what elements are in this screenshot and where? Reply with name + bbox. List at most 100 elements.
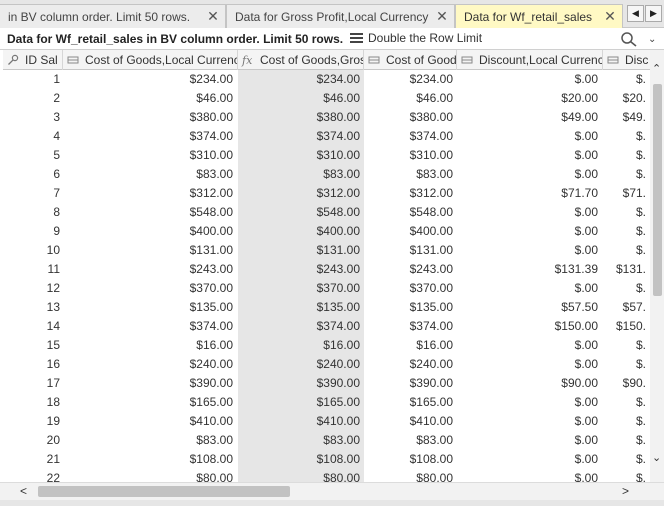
table-cell[interactable]: $.00 — [457, 127, 598, 146]
table-cell[interactable]: $16.00 — [364, 336, 453, 355]
table-cell[interactable]: 8 — [3, 203, 60, 222]
table-cell[interactable]: $150. — [603, 317, 646, 336]
table-row[interactable]: 1 $234.00 $234.00 $234.00 $.00 $. — [3, 70, 650, 89]
tab-bv-column-order[interactable]: in BV column order. Limit 50 rows. ✕ — [0, 4, 226, 28]
table-row[interactable]: 7 $312.00 $312.00 $312.00 $71.70 $71. — [3, 184, 650, 203]
table-cell[interactable]: $135.00 — [63, 298, 233, 317]
table-cell[interactable]: $131.39 — [457, 260, 598, 279]
table-cell[interactable]: $374.00 — [364, 127, 453, 146]
table-cell[interactable]: $400.00 — [364, 222, 453, 241]
table-cell[interactable]: $.00 — [457, 146, 598, 165]
table-cell[interactable]: 6 — [3, 165, 60, 184]
table-cell[interactable]: 4 — [3, 127, 60, 146]
table-cell[interactable]: $83.00 — [238, 165, 360, 184]
table-cell[interactable]: $20. — [603, 89, 646, 108]
scroll-up-icon[interactable]: ⌃ — [652, 62, 661, 75]
table-cell[interactable]: $. — [603, 241, 646, 260]
table-cell[interactable]: 20 — [3, 431, 60, 450]
table-cell[interactable]: $. — [603, 431, 646, 450]
column-header-disc[interactable]: Disc — [603, 50, 650, 70]
chevron-down-icon[interactable]: ⌄ — [648, 34, 656, 45]
table-cell[interactable]: $.00 — [457, 336, 598, 355]
table-cell[interactable]: $. — [603, 469, 646, 482]
table-cell[interactable]: $390.00 — [63, 374, 233, 393]
table-cell[interactable]: $.00 — [457, 222, 598, 241]
table-cell[interactable]: $165.00 — [238, 393, 360, 412]
table-cell[interactable]: $400.00 — [238, 222, 360, 241]
table-cell[interactable]: $.00 — [457, 203, 598, 222]
table-cell[interactable]: $.00 — [457, 450, 598, 469]
column-header-discount-local[interactable]: Discount,Local Currency — [457, 50, 603, 70]
table-cell[interactable]: $.00 — [457, 241, 598, 260]
table-cell[interactable]: $16.00 — [238, 336, 360, 355]
table-row[interactable]: 18 $165.00 $165.00 $165.00 $.00 $. — [3, 393, 650, 412]
table-cell[interactable]: $83.00 — [364, 165, 453, 184]
table-cell[interactable]: $71.70 — [457, 184, 598, 203]
vertical-scrollbar[interactable]: ⌃ ⌄ — [650, 50, 664, 482]
table-cell[interactable]: $46.00 — [364, 89, 453, 108]
table-cell[interactable]: $80.00 — [364, 469, 453, 482]
table-cell[interactable]: 3 — [3, 108, 60, 127]
table-cell[interactable]: $312.00 — [364, 184, 453, 203]
search-icon[interactable] — [620, 31, 638, 47]
table-cell[interactable]: 2 — [3, 89, 60, 108]
table-cell[interactable]: 12 — [3, 279, 60, 298]
table-cell[interactable]: 22 — [3, 469, 60, 482]
table-cell[interactable]: $. — [603, 222, 646, 241]
table-cell[interactable]: $57. — [603, 298, 646, 317]
table-cell[interactable]: $370.00 — [364, 279, 453, 298]
table-cell[interactable]: $234.00 — [63, 70, 233, 89]
table-cell[interactable]: $. — [603, 393, 646, 412]
table-row[interactable]: 16 $240.00 $240.00 $240.00 $.00 $. — [3, 355, 650, 374]
table-cell[interactable]: $410.00 — [238, 412, 360, 431]
table-cell[interactable]: $49. — [603, 108, 646, 127]
table-row[interactable]: 14 $374.00 $374.00 $374.00 $150.00 $150. — [3, 317, 650, 336]
table-cell[interactable]: $90. — [603, 374, 646, 393]
table-row[interactable]: 17 $390.00 $390.00 $390.00 $90.00 $90. — [3, 374, 650, 393]
table-cell[interactable]: 21 — [3, 450, 60, 469]
table-row[interactable]: 3 $380.00 $380.00 $380.00 $49.00 $49. — [3, 108, 650, 127]
table-row[interactable]: 2 $46.00 $46.00 $46.00 $20.00 $20. — [3, 89, 650, 108]
table-row[interactable]: 4 $374.00 $374.00 $374.00 $.00 $. — [3, 127, 650, 146]
table-row[interactable]: 10 $131.00 $131.00 $131.00 $.00 $. — [3, 241, 650, 260]
table-cell[interactable]: 1 — [3, 70, 60, 89]
vertical-scroll-thumb[interactable] — [653, 84, 662, 296]
table-cell[interactable]: $234.00 — [364, 70, 453, 89]
table-cell[interactable]: $390.00 — [238, 374, 360, 393]
table-cell[interactable]: $. — [603, 355, 646, 374]
table-cell[interactable]: 10 — [3, 241, 60, 260]
table-cell[interactable]: $131.00 — [63, 241, 233, 260]
table-cell[interactable]: 19 — [3, 412, 60, 431]
table-cell[interactable]: $135.00 — [238, 298, 360, 317]
table-cell[interactable]: $310.00 — [238, 146, 360, 165]
table-cell[interactable]: $. — [603, 127, 646, 146]
table-cell[interactable]: $243.00 — [238, 260, 360, 279]
table-cell[interactable]: $165.00 — [63, 393, 233, 412]
table-cell[interactable]: $80.00 — [238, 469, 360, 482]
tab-scroll-left-icon[interactable]: ◀ — [627, 5, 644, 22]
table-cell[interactable]: $243.00 — [364, 260, 453, 279]
horizontal-scrollbar[interactable]: < > — [0, 482, 664, 500]
table-cell[interactable]: $131.00 — [364, 241, 453, 260]
column-header-cost[interactable]: Cost of Goods — [364, 50, 457, 70]
table-cell[interactable]: $548.00 — [63, 203, 233, 222]
close-icon[interactable]: ✕ — [434, 8, 450, 25]
table-cell[interactable]: $. — [603, 279, 646, 298]
table-cell[interactable]: 14 — [3, 317, 60, 336]
column-header-id-sal[interactable]: ID Sal — [3, 50, 63, 70]
table-cell[interactable]: $135.00 — [364, 298, 453, 317]
column-header-cost-local[interactable]: Cost of Goods,Local Currency — [63, 50, 238, 70]
table-cell[interactable]: 13 — [3, 298, 60, 317]
table-cell[interactable]: $.00 — [457, 431, 598, 450]
table-cell[interactable]: 11 — [3, 260, 60, 279]
table-row[interactable]: 15 $16.00 $16.00 $16.00 $.00 $. — [3, 336, 650, 355]
table-cell[interactable]: $400.00 — [63, 222, 233, 241]
table-cell[interactable]: $. — [603, 450, 646, 469]
table-cell[interactable]: $240.00 — [63, 355, 233, 374]
table-cell[interactable]: $374.00 — [63, 127, 233, 146]
table-cell[interactable]: $71. — [603, 184, 646, 203]
table-cell[interactable]: $.00 — [457, 70, 598, 89]
table-cell[interactable]: $310.00 — [364, 146, 453, 165]
table-cell[interactable]: $80.00 — [63, 469, 233, 482]
table-cell[interactable]: $.00 — [457, 279, 598, 298]
